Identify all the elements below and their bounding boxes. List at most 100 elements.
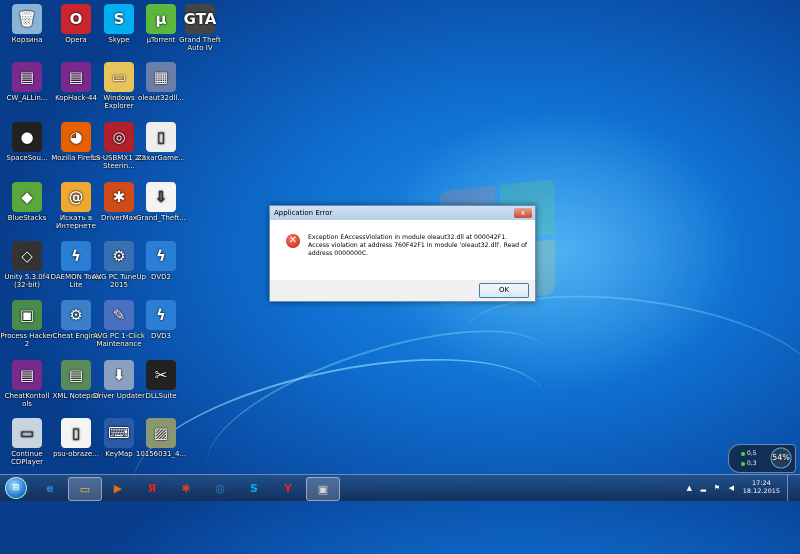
recycle-bin-icon: 🗑 xyxy=(12,4,42,34)
unity-icon: ◇ xyxy=(12,241,42,271)
daemon-disc-icon: ϟ xyxy=(146,241,176,271)
desktop-icon[interactable]: ϟ DVD3 xyxy=(133,300,189,349)
desktop-icon[interactable]: ϟ DVD2 xyxy=(133,241,189,290)
desktop-icon[interactable]: ✂ DLLSuite xyxy=(133,360,189,409)
winrar-archive-icon: ▤ xyxy=(12,360,42,390)
taskbar-app-button[interactable]: ▭ xyxy=(68,477,102,501)
steering-wheel-icon: ◎ xyxy=(104,122,134,152)
cpu-indicator-icon xyxy=(741,451,745,456)
desktop-icon-label: Continue CDPlayer xyxy=(10,450,44,466)
desktop-icon[interactable]: 🗑 Корзина xyxy=(0,4,55,53)
cpu-value: 0,5 xyxy=(747,450,757,457)
taskbar-app-button[interactable]: Я xyxy=(136,477,168,499)
desktop-icon[interactable]: GTA Grand Theft Auto IV xyxy=(172,4,228,53)
cdplayer-icon: ▭ xyxy=(12,418,42,448)
application-error-dialog: Application Error x ✕ Exception EAccessV… xyxy=(269,205,536,302)
firefox-icon: ◕ xyxy=(61,122,91,152)
keymap-icon: ⌨ xyxy=(104,418,134,448)
desktop-icon[interactable]: ▤ CW_ALLin... xyxy=(0,62,55,111)
drivermax-icon: ✱ xyxy=(181,481,191,495)
desktop-icon-label: CheatKontoll ols xyxy=(4,392,50,408)
close-icon: x xyxy=(520,209,526,217)
network-icon[interactable]: ▂ xyxy=(701,484,706,492)
error-message-line: Exception EAccessViolation in module ole… xyxy=(308,234,508,241)
desktop-icon-label: Unity 5.3.0f4 (32-bit) xyxy=(4,273,50,289)
desktop-icon-label: Корзина xyxy=(11,36,43,44)
skype-icon: S xyxy=(250,481,258,495)
volume-icon[interactable]: ◀ xyxy=(729,484,734,492)
taskbar-app-button[interactable]: e xyxy=(34,477,66,499)
daemon-tools-icon: ϟ xyxy=(61,241,91,271)
desktop-icon[interactable]: ▤ CheatKontoll ols xyxy=(0,360,55,409)
image-file-icon: ▨ xyxy=(146,418,176,448)
folder-icon: ▭ xyxy=(104,62,134,92)
opera-icon: O xyxy=(61,4,91,34)
start-button[interactable]: ⊞ xyxy=(2,475,30,501)
ok-button[interactable]: OK xyxy=(479,283,529,298)
desktop-icon[interactable]: ▯ ZaxarGame... xyxy=(133,122,189,171)
flag-icon[interactable]: ⚑ xyxy=(714,484,720,492)
desktop-icon[interactable]: ▣ Process Hacker 2 xyxy=(0,300,55,349)
application-window-icon: ▣ xyxy=(317,482,329,496)
usage-gauge: 54% xyxy=(769,446,793,470)
desktop-icon[interactable]: ● SpaceSou... xyxy=(0,122,55,171)
desktop-icon-label: CW_ALLin... xyxy=(6,94,48,102)
taskbar: ⊞ e ▭ ▶ Я ✱ ◎ S Y ▣ ▲ ▂ ⚑ ◀ 17:24 18.12.2015 xyxy=(0,474,800,501)
desktop-icon[interactable]: ▦ oleaut32dll... xyxy=(133,62,189,111)
avg-icon: ◎ xyxy=(215,481,225,495)
desktop-icon-label: ZaxarGame... xyxy=(137,154,185,162)
desktop-icon[interactable]: ⇩ Grand_Theft... xyxy=(133,182,189,231)
desktop-icon-label: DVD2 xyxy=(151,273,171,281)
space-sound-icon: ● xyxy=(12,122,42,152)
desktop-icon-label: Grand Theft Auto IV xyxy=(179,36,221,52)
desktop-icon[interactable]: ◇ Unity 5.3.0f4 (32-bit) xyxy=(0,241,55,290)
winrar-archive-icon: ▤ xyxy=(12,62,42,92)
error-icon: ✕ xyxy=(286,234,300,248)
ram-indicator-icon xyxy=(741,461,745,466)
system-monitor-gadget[interactable]: 0,5 0,3 54% xyxy=(728,444,796,473)
clock[interactable]: 17:24 18.12.2015 xyxy=(743,479,780,495)
error-message-line: Access violation at address 760F42F1 in … xyxy=(308,242,528,249)
yandex-browser-icon: Y xyxy=(284,481,292,495)
tray-arrow-icon[interactable]: ▲ xyxy=(687,484,692,492)
taskbar-app-button[interactable]: ✱ xyxy=(170,477,202,499)
winrar-archive-icon: ▤ xyxy=(61,62,91,92)
dialog-footer: OK xyxy=(270,280,535,301)
error-message: Exception EAccessViolation in module ole… xyxy=(308,234,528,258)
desktop-icon-label: Grand_Theft... xyxy=(136,214,186,222)
gta-iv-icon: GTA xyxy=(184,4,216,34)
desktop-icon[interactable]: ▭ Continue CDPlayer xyxy=(0,418,55,467)
dialog-title-bar[interactable]: Application Error x xyxy=(270,206,535,220)
windows-start-icon: ⊞ xyxy=(5,477,27,499)
yandex-icon: Я xyxy=(147,481,157,495)
ram-value: 0,3 xyxy=(747,460,757,467)
driver-updater-icon: ⬇ xyxy=(104,360,134,390)
desktop-icon-label: 10156031_4... xyxy=(135,450,187,458)
process-hacker-icon: ▣ xyxy=(12,300,42,330)
taskbar-app-button[interactable]: ◎ xyxy=(204,477,236,499)
taskbar-app-button[interactable]: S xyxy=(238,477,270,499)
desktop-icon-label: Process Hacker 2 xyxy=(0,332,54,348)
skype-icon: S xyxy=(104,4,134,34)
taskbar-app-button[interactable]: ▣ xyxy=(306,477,340,501)
media-player-icon: ▶ xyxy=(113,481,123,495)
taskbar-app-button[interactable]: ▶ xyxy=(102,477,134,499)
desktop-icon[interactable]: ▨ 10156031_4... xyxy=(133,418,189,467)
show-desktop-button[interactable] xyxy=(787,475,800,501)
dllsuite-icon: ✂ xyxy=(146,360,176,390)
desktop-icon-label: DVD3 xyxy=(151,332,171,340)
desktop-icon-label: oleaut32dll... xyxy=(138,94,184,102)
xml-notepad-icon: ▤ xyxy=(61,360,91,390)
desktop-icon-label: BlueStacks xyxy=(7,214,47,222)
document-icon: ▯ xyxy=(146,122,176,152)
search-web-icon: @ xyxy=(61,182,91,212)
bluestacks-icon: ◆ xyxy=(12,182,42,212)
drivermax-icon: ✱ xyxy=(104,182,134,212)
close-button[interactable]: x xyxy=(514,208,532,218)
torrent-file-icon: ⇩ xyxy=(146,182,176,212)
desktop-icon[interactable]: ◆ BlueStacks xyxy=(0,182,55,231)
file-icon: ▦ xyxy=(146,62,176,92)
desktop-icon-label: SpaceSou... xyxy=(6,154,48,162)
taskbar-app-button[interactable]: Y xyxy=(272,477,304,499)
error-message-line: address 0000000C. xyxy=(308,250,369,257)
